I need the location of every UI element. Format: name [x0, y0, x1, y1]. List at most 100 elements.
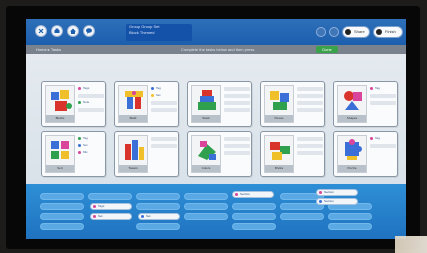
task-card[interactable]: Pieces	[260, 81, 325, 127]
close-button[interactable]	[35, 25, 47, 37]
card-line	[297, 108, 323, 112]
finish-button[interactable]: Finish	[373, 26, 403, 38]
task-card[interactable]: Towers	[114, 131, 179, 177]
finish-icon	[376, 29, 382, 35]
card-caption: Pieces	[265, 115, 293, 122]
tray-item[interactable]: Set	[90, 213, 132, 220]
card-info: Tag Set	[151, 86, 177, 115]
chat-button[interactable]	[83, 25, 95, 37]
card-line	[224, 151, 250, 155]
task-card[interactable]: Stack	[187, 81, 252, 127]
card-line	[370, 144, 396, 148]
info-icon[interactable]	[316, 27, 326, 37]
card-tag: Mix	[78, 150, 104, 155]
tray-slot[interactable]	[232, 213, 276, 220]
card-info	[224, 87, 250, 115]
card-line	[370, 101, 396, 105]
tag-icon	[141, 215, 144, 218]
tray-slot[interactable]	[328, 223, 372, 230]
card-thumbnail: Towers	[118, 135, 148, 173]
tray-slot[interactable]	[328, 213, 372, 220]
card-info: Tags Note	[78, 86, 104, 115]
share-button[interactable]: Share	[342, 26, 370, 38]
instruction-text: Complete the tasks below and then press	[181, 47, 255, 52]
task-card[interactable]: Blocks Tags Note	[41, 81, 106, 127]
card-thumbnail: Puzzle	[337, 135, 367, 173]
tray-item[interactable]: Section	[316, 189, 358, 196]
tag-icon	[235, 193, 238, 196]
tray-slot[interactable]	[184, 193, 228, 200]
card-line	[151, 101, 177, 105]
tray-item[interactable]: Tags	[90, 203, 132, 210]
task-card[interactable]: Build Tag Set	[114, 81, 179, 127]
card-tag: Set	[151, 93, 177, 98]
tray-slot[interactable]	[88, 193, 132, 200]
task-card[interactable]: Bricks	[260, 131, 325, 177]
finish-label: Finish	[385, 29, 396, 34]
print-button[interactable]	[51, 25, 63, 37]
task-card[interactable]: Sort Tag Set Mix	[41, 131, 106, 177]
task-card[interactable]: Colors	[187, 131, 252, 177]
task-card[interactable]: Shapes Tag	[333, 81, 398, 127]
card-line	[297, 94, 323, 98]
card-info	[297, 137, 323, 158]
tray-slot[interactable]	[40, 223, 84, 230]
card-caption: Shapes	[338, 115, 366, 122]
card-caption: Bricks	[265, 165, 293, 172]
card-thumbnail: Colors	[191, 135, 221, 173]
desk-surface	[395, 236, 427, 253]
card-line	[224, 101, 250, 105]
tray-slot[interactable]	[184, 203, 228, 210]
tray-slot[interactable]	[136, 203, 180, 210]
card-info	[224, 137, 250, 158]
tag-icon	[93, 205, 96, 208]
card-tag: Set	[78, 143, 104, 148]
card-info	[151, 137, 177, 151]
card-thumbnail: Shapes	[337, 85, 367, 123]
instruction-bar: Home ▸ Tasks Complete the tasks below an…	[26, 45, 406, 54]
card-thumbnail: Bricks	[264, 135, 294, 173]
done-button[interactable]: Done	[316, 46, 338, 53]
card-tag: Tag	[370, 86, 396, 91]
tray-item[interactable]: Section	[232, 191, 274, 198]
pieces-icon	[270, 91, 289, 110]
tray-slot[interactable]	[184, 213, 228, 220]
card-caption: Build	[119, 115, 147, 122]
card-line	[224, 144, 250, 148]
tray-slot[interactable]	[136, 223, 180, 230]
bricks-icon	[270, 142, 290, 160]
card-line	[297, 137, 323, 141]
breadcrumb[interactable]: Home ▸ Tasks	[36, 47, 61, 52]
tray-slot[interactable]	[136, 193, 180, 200]
card-tag: Tag	[370, 136, 396, 141]
tray-slot[interactable]	[40, 203, 84, 210]
task-card[interactable]: Puzzle Tag	[333, 131, 398, 177]
card-tag: Note	[78, 100, 104, 105]
tray-slot[interactable]	[232, 203, 276, 210]
home-icon	[70, 28, 76, 34]
home-button[interactable]	[67, 25, 79, 37]
tray-slot[interactable]	[40, 193, 84, 200]
title-line-2: Block Themed	[129, 30, 155, 35]
tray-item[interactable]: Set	[138, 213, 180, 220]
card-tag: Tag	[151, 86, 177, 91]
card-thumbnail: Stack	[191, 85, 221, 123]
card-info: Tag	[370, 136, 396, 151]
shapes-icon	[344, 91, 362, 110]
help-icon[interactable]	[329, 27, 339, 37]
app-screen: Group Group Set Block Themed Share Finis…	[26, 19, 406, 239]
card-caption: Towers	[119, 165, 147, 172]
tray-slot[interactable]	[40, 213, 84, 220]
card-tag: Tag	[78, 136, 104, 141]
card-info: Tag Set Mix	[78, 136, 104, 158]
tray-slot[interactable]	[232, 223, 276, 230]
title-bar: Group Group Set Block Themed Share Finis…	[26, 19, 406, 45]
card-line	[224, 94, 250, 98]
build-icon	[125, 91, 143, 109]
bottom-tray: Tags Set Set Section Section Section	[26, 184, 406, 239]
tray-item[interactable]: Section	[316, 198, 358, 205]
share-label: Share	[354, 29, 365, 34]
close-icon	[38, 28, 44, 34]
card-line	[151, 108, 177, 112]
tray-slot[interactable]	[280, 213, 324, 220]
